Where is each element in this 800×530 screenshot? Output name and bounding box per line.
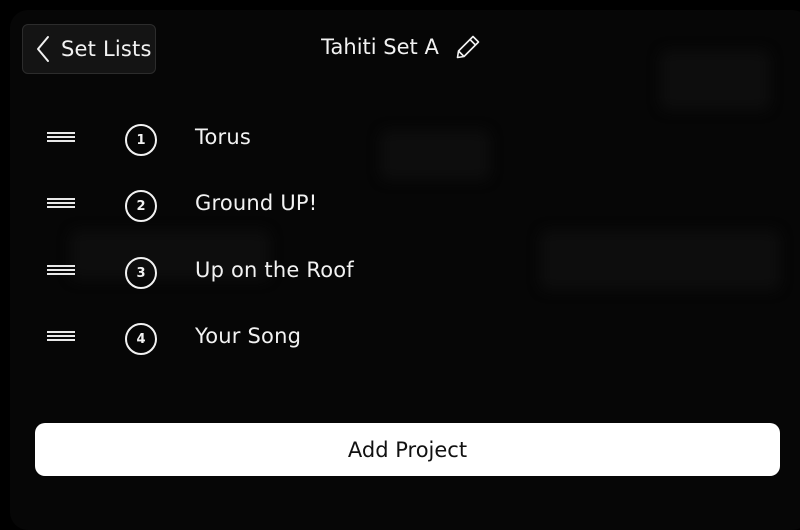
song-number-badge: 1 xyxy=(125,124,157,156)
add-project-button[interactable]: Add Project xyxy=(35,423,780,476)
drag-handle-icon[interactable] xyxy=(47,331,75,347)
song-title: Ground UP! xyxy=(195,191,318,215)
page-title: Tahiti Set A xyxy=(321,35,439,59)
song-number-badge: 4 xyxy=(125,323,157,355)
song-row[interactable]: 2 Ground UP! xyxy=(0,176,800,236)
song-title: Torus xyxy=(195,125,251,149)
song-title: Your Song xyxy=(195,324,302,348)
drag-handle-icon[interactable] xyxy=(47,132,75,148)
pencil-icon[interactable] xyxy=(453,32,483,62)
song-number-badge: 3 xyxy=(125,257,157,289)
drag-handle-icon[interactable] xyxy=(47,198,75,214)
drag-handle-icon[interactable] xyxy=(47,265,75,281)
song-row[interactable]: 1 Torus xyxy=(0,110,800,170)
song-title: Up on the Roof xyxy=(195,258,354,282)
header-title-group: Tahiti Set A xyxy=(0,32,800,62)
song-row[interactable]: 4 Your Song xyxy=(0,309,800,369)
song-row[interactable]: 3 Up on the Roof xyxy=(0,243,800,303)
song-number-badge: 2 xyxy=(125,190,157,222)
